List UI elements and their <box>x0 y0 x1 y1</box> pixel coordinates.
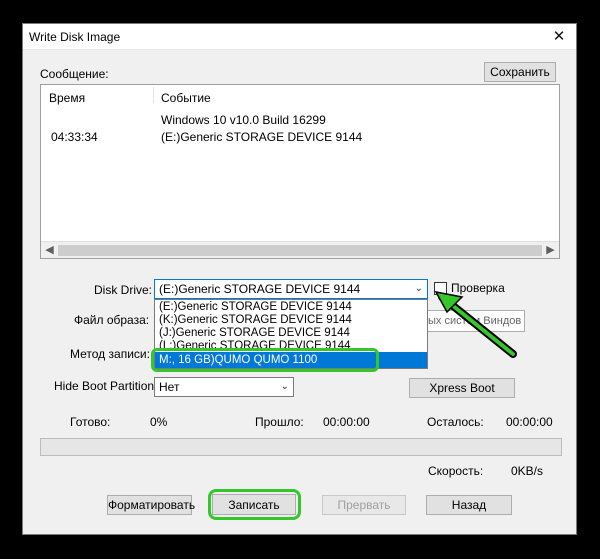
window-title: Write Disk Image <box>29 30 121 44</box>
highlight-qumo-option <box>151 348 379 372</box>
close-icon[interactable]: ✕ <box>542 24 576 50</box>
elapsed-value: 00:00:00 <box>323 415 370 429</box>
hide-boot-value: Нет <box>159 380 180 394</box>
column-header-time: Время <box>49 91 86 105</box>
disk-drive-value: (E:)Generic STORAGE DEVICE 9144 <box>159 282 361 296</box>
abort-button[interactable]: Прервать <box>322 495 406 515</box>
column-divider <box>153 87 154 103</box>
log-row-time: 04:33:34 <box>51 130 98 144</box>
chevron-down-icon[interactable]: ⌄ <box>415 280 423 298</box>
hide-boot-select[interactable]: Нет ⌄ <box>154 377 294 397</box>
log-row-event: (E:)Generic STORAGE DEVICE 9144 <box>161 130 363 144</box>
remaining-value: 00:00:00 <box>506 415 553 429</box>
dropdown-option[interactable]: (K:)Generic STORAGE DEVICE 9144 <box>155 314 427 327</box>
image-file-path[interactable]: ых систем Виндов <box>425 310 525 332</box>
log-list[interactable]: Время Событие Windows 10 v10.0 Build 162… <box>40 84 560 259</box>
disk-drive-select[interactable]: (E:)Generic STORAGE DEVICE 9144 ⌄ <box>154 279 428 299</box>
dropdown-option[interactable]: (E:)Generic STORAGE DEVICE 9144 <box>155 301 427 314</box>
done-value: 0% <box>150 415 168 429</box>
progress-bar <box>40 438 562 456</box>
image-file-label: Файл образа: <box>74 313 150 327</box>
title-bar[interactable]: Write Disk Image ✕ <box>23 24 576 50</box>
done-label: Готово: <box>70 415 111 429</box>
column-header-event: Событие <box>161 91 211 105</box>
scroll-left-icon[interactable]: ◀ <box>41 243 58 258</box>
dropdown-option[interactable]: (J:)Generic STORAGE DEVICE 9144 <box>155 327 427 340</box>
remaining-label: Осталось: <box>427 415 484 429</box>
chevron-down-icon[interactable]: ⌄ <box>281 378 289 396</box>
save-log-button[interactable]: Сохранить <box>484 62 556 82</box>
scroll-thumb[interactable] <box>58 245 542 256</box>
speed-label: Скорость: <box>428 464 484 478</box>
format-button[interactable]: Форматировать <box>107 495 195 515</box>
write-method-label: Метод записи: <box>70 347 150 361</box>
horizontal-scrollbar[interactable]: ◀ ▶ <box>41 241 559 258</box>
log-row-event: Windows 10 v10.0 Build 16299 <box>161 113 326 127</box>
disk-drive-label: Disk Drive: <box>94 283 153 297</box>
log-label: Сообщение: <box>40 67 109 81</box>
highlight-write-button <box>208 489 301 520</box>
scroll-right-icon[interactable]: ▶ <box>542 243 559 258</box>
xpress-boot-button[interactable]: Xpress Boot <box>409 378 515 398</box>
elapsed-label: Прошло: <box>255 415 304 429</box>
speed-value: 0KB/s <box>511 464 544 478</box>
hide-boot-label: Hide Boot Partition: <box>54 379 158 393</box>
verify-label: Проверка <box>451 281 505 295</box>
verify-checkbox[interactable] <box>434 282 447 295</box>
write-disk-image-window: Write Disk Image ✕ Сообщение: Сохранить … <box>22 23 577 535</box>
back-button[interactable]: Назад <box>426 495 512 515</box>
